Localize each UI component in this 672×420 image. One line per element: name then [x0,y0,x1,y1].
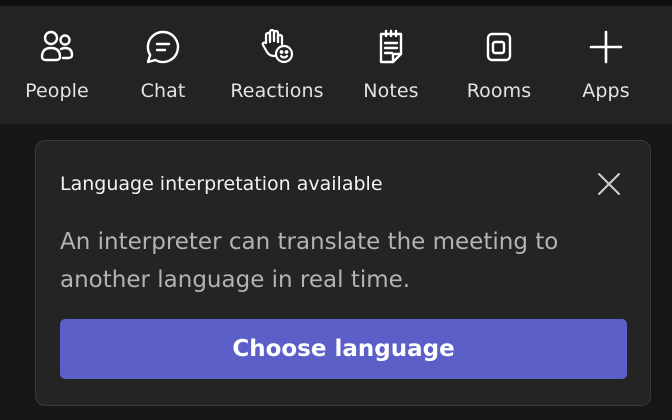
close-icon [594,173,624,203]
card-message: An interpreter can translate the meeting… [60,229,559,293]
meeting-toolbar: People Chat Reactions Notes Rooms Apps [0,0,672,124]
toolbar-notes-button[interactable]: Notes [357,26,425,116]
toolbar-reactions-button[interactable]: Reactions [224,26,330,116]
card-title: Language interpretation available [60,173,383,195]
toolbar-apps-label: Apps [582,80,630,102]
close-button[interactable] [594,169,624,199]
rooms-icon [478,26,520,68]
toolbar-people-label: People [25,80,89,102]
meeting-panel: People Chat Reactions Notes Rooms Apps L… [0,0,672,420]
notes-icon [370,26,412,68]
toolbar-reactions-label: Reactions [230,80,324,102]
chat-icon [142,26,184,68]
toolbar-apps-button[interactable]: Apps [574,26,638,116]
plus-icon [585,26,627,68]
language-interpretation-card: Language interpretation available An int… [35,140,651,406]
toolbar-chat-button[interactable]: Chat [131,26,195,116]
toolbar-notes-label: Notes [363,80,419,102]
toolbar-rooms-label: Rooms [466,80,532,102]
raised-hand-smile-icon [256,26,298,68]
choose-language-button[interactable]: Choose language [60,319,627,379]
toolbar-people-button[interactable]: People [18,26,96,116]
toolbar-chat-label: Chat [140,80,186,102]
people-icon [36,26,78,68]
toolbar-rooms-button[interactable]: Rooms [459,26,539,116]
